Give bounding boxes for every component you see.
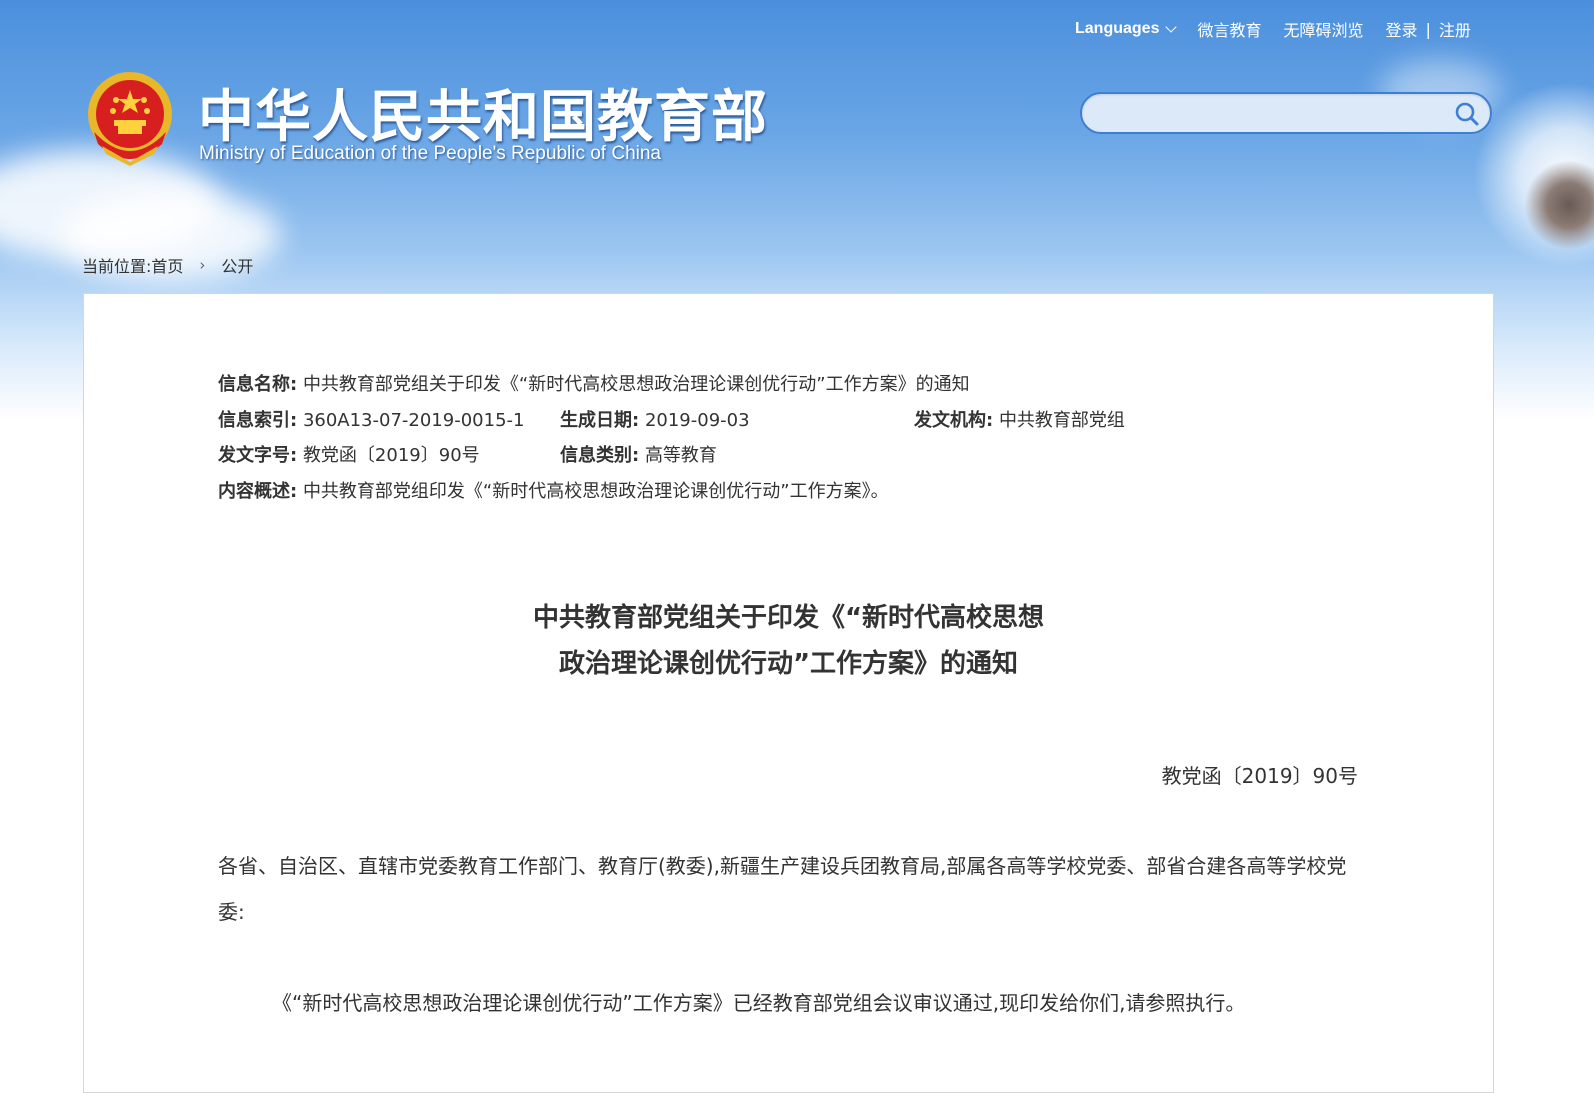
meta-label-index: 信息索引: [218,410,298,431]
chevron-right-icon: › [199,256,206,274]
breadcrumb-current-link[interactable]: 公开 [221,253,253,277]
search-box [1080,92,1492,134]
languages-label: Languages [1075,20,1160,37]
meta-value-summary: 中共教育部党组印发《“新时代高校思想政治理论课创优行动”工作方案》。 [302,481,889,502]
meta-label-docno: 发文字号: [218,445,298,466]
meta-label-date: 生成日期: [560,410,640,431]
breadcrumb-home-link[interactable]: 首页 [151,253,183,277]
meta-label-category: 信息类别: [560,445,640,466]
meta-docno-row: 发文字号: 教党函〔2019〕90号 [218,441,480,467]
meta-value-docno: 教党函〔2019〕90号 [302,445,480,466]
document-number: 教党函〔2019〕90号 [1161,764,1358,788]
site-title: 中华人民共和国教育部 [198,85,768,150]
meta-category-row: 信息类别: 高等教育 [560,441,717,467]
chevron-down-icon [1165,21,1178,33]
meta-value-category: 高等教育 [644,445,717,466]
meta-row-name: 信息名称: 中共教育部党组关于印发《“新时代高校思想政治理论课创优行动”工作方案… [218,370,970,396]
meta-date-row: 生成日期: 2019-09-03 [560,406,750,432]
meta-value-index: 360A13-07-2019-0015-1 [302,410,525,431]
document-title-line2: 政治理论课创优行动”工作方案》的通知 [558,649,1019,679]
national-emblem-icon [88,72,172,166]
meta-value-date: 2019-09-03 [644,410,750,431]
search-icon[interactable] [1454,101,1480,127]
meta-label-name: 信息名称: [218,374,298,395]
accessible-browsing-link[interactable]: 无障碍浏览 [1283,17,1363,41]
languages-dropdown[interactable]: Languages [1075,20,1178,38]
breadcrumb: 当前位置: 首页 › 公开 [82,253,253,277]
meta-label-summary: 内容概述: [218,481,298,502]
search-input[interactable] [1100,100,1454,128]
meta-value-org: 中共教育部党组 [998,410,1125,431]
weiyan-link[interactable]: 微言教育 [1197,17,1261,41]
login-link[interactable]: 登录 [1386,17,1418,41]
document-paragraph: 《“新时代高校思想政治理论课创优行动”工作方案》已经教育部党组会议审议通过,现印… [272,991,1246,1015]
meta-value-name: 中共教育部党组关于印发《“新时代高校思想政治理论课创优行动”工作方案》的通知 [302,374,970,395]
register-link[interactable]: 注册 [1439,17,1471,41]
meta-summary-row: 内容概述: 中共教育部党组印发《“新时代高校思想政治理论课创优行动”工作方案》。 [218,477,889,503]
document-addressee: 各省、自治区、直辖市党委教育工作部门、教育厅(教委),新疆生产建设兵团教育局,部… [218,854,1347,924]
meta-org-row: 发文机构: 中共教育部党组 [914,406,1125,432]
site-title-english: Ministry of Education of the People's Re… [199,143,661,164]
nav-separator: | [1425,19,1431,39]
document-title-line1: 中共教育部党组关于印发《“新时代高校思想 [532,603,1045,633]
meta-label-index-row: 信息索引: 360A13-07-2019-0015-1 [218,406,524,432]
top-nav: Languages 微言教育 无障碍浏览 登录 | 注册 [1075,16,1471,42]
meta-label-org: 发文机构: [914,410,994,431]
breadcrumb-prefix: 当前位置: [82,257,152,276]
